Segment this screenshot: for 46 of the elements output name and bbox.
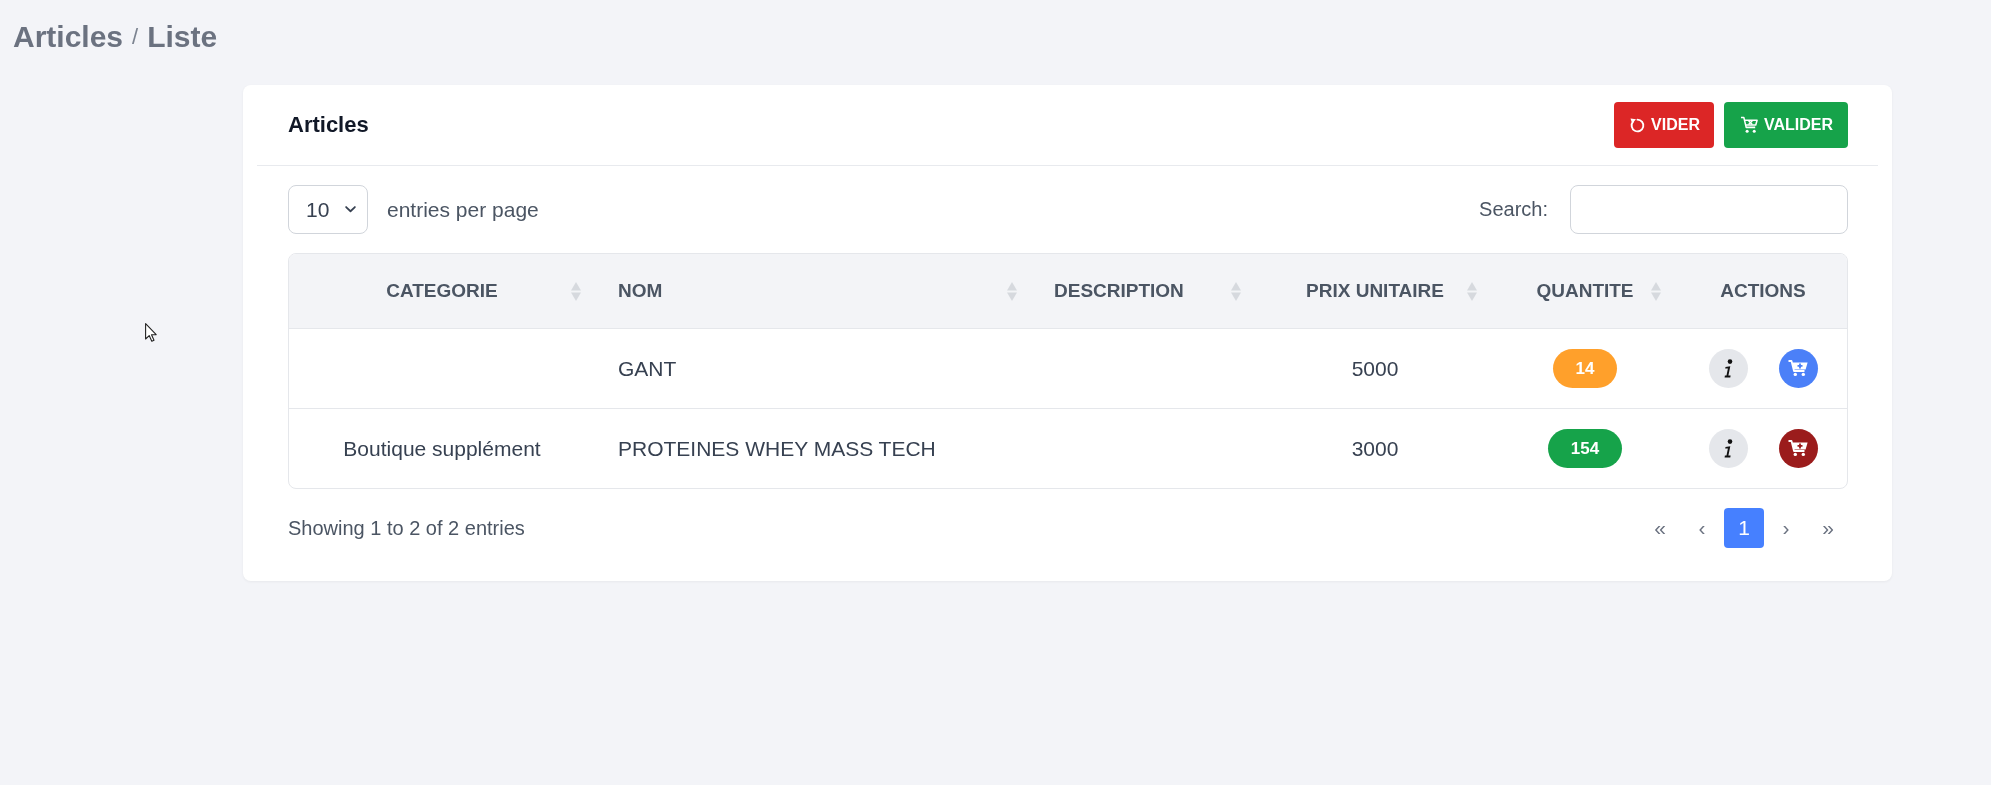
column-header[interactable]: NOM: [589, 254, 1025, 328]
column-header[interactable]: QUANTITE: [1485, 254, 1669, 328]
info-button[interactable]: [1708, 349, 1748, 388]
sort-icon: [1651, 281, 1661, 301]
info-icon: [1723, 358, 1733, 379]
column-header: ACTIONS: [1719, 279, 1807, 303]
search-field[interactable]: [1570, 185, 1848, 234]
entries-info: Showing 1 to 2 of 2 entries: [288, 516, 525, 540]
add-to-cart-button[interactable]: [1778, 429, 1818, 468]
sort-icon: [1007, 281, 1017, 301]
breadcrumb-link[interactable]: Articles: [13, 20, 124, 54]
cart-icon: [1739, 116, 1759, 134]
column-header[interactable]: CATEGORIE: [289, 254, 589, 328]
entries-select[interactable]: 10: [288, 185, 368, 234]
card-title: Articles: [288, 112, 369, 138]
mouse-pointer-icon: [145, 323, 157, 342]
previous-page-button[interactable]: ‹: [1682, 508, 1722, 548]
breadcrumb-current: Liste: [147, 20, 218, 54]
sort-icon: [1231, 281, 1241, 301]
sort-icon: [1467, 281, 1477, 301]
table-cell: GANT: [618, 356, 677, 381]
quantity-badge: 14: [1552, 349, 1618, 388]
info-button[interactable]: [1708, 429, 1748, 468]
add-to-cart-button[interactable]: [1778, 349, 1818, 388]
last-page-button[interactable]: »: [1808, 508, 1848, 548]
column-header[interactable]: PRIX UNITAIRE: [1249, 254, 1485, 328]
validate-button[interactable]: VALIDER: [1723, 102, 1848, 148]
table-cell: Boutique supplément: [343, 436, 541, 461]
clear-button[interactable]: VIDER: [1614, 102, 1714, 148]
search-label: Search:: [1479, 198, 1548, 221]
table-cell: 3000: [1351, 436, 1399, 461]
breadcrumb-separator: /: [132, 23, 139, 51]
refresh-icon: [1629, 116, 1647, 134]
info-icon: [1723, 438, 1733, 459]
entries-label: entries per page: [387, 197, 539, 222]
cart-plus-icon: [1788, 360, 1808, 377]
page-button[interactable]: 1: [1724, 508, 1764, 548]
next-page-button[interactable]: ›: [1766, 508, 1806, 548]
chevron-down-icon: [345, 206, 356, 213]
sort-icon: [571, 281, 581, 301]
table-cell: 5000: [1351, 356, 1399, 381]
table-cell: PROTEINES WHEY MASS TECH: [618, 436, 936, 461]
first-page-button[interactable]: «: [1640, 508, 1680, 548]
cart-plus-icon: [1788, 440, 1808, 457]
column-header[interactable]: DESCRIPTION: [1025, 254, 1249, 328]
quantity-badge: 154: [1547, 429, 1623, 468]
